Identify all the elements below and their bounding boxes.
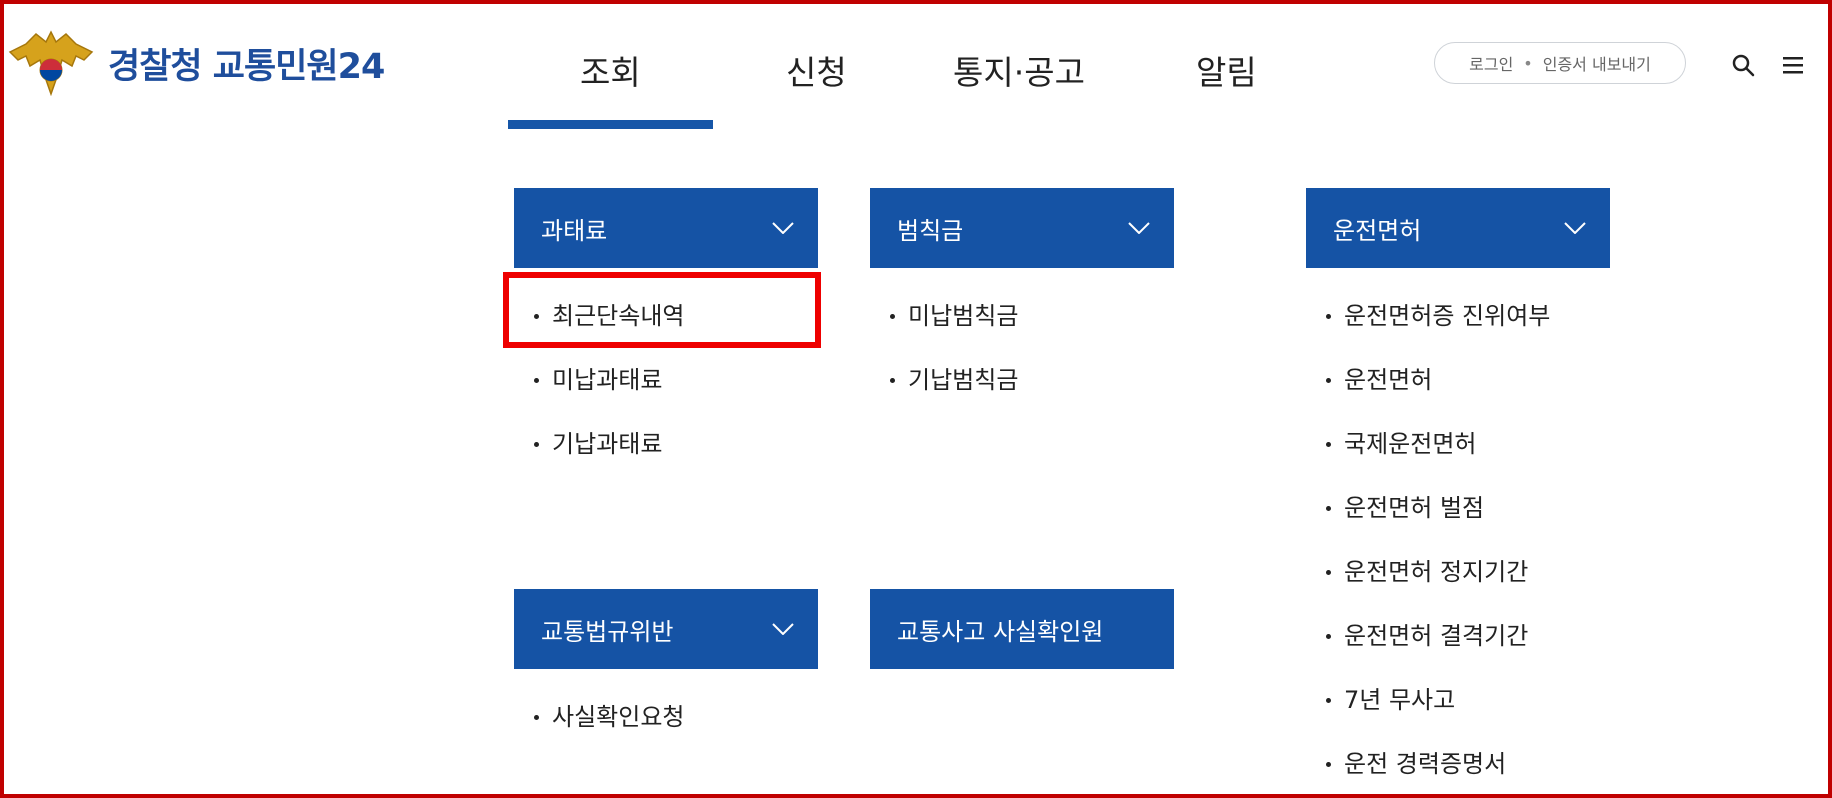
menu-category-accident-certificate: 교통사고 사실확인원 (870, 589, 1174, 669)
menu-category-penalties: 범칙금 미납범칙금 기납범칙금 (870, 188, 1174, 412)
police-emblem-icon (8, 30, 94, 96)
menu-category-license: 운전면허 운전면허증 진위여부 운전면허 국제운전면허 운전면허 벌점 운전면허… (1306, 188, 1610, 796)
category-list: 운전면허증 진위여부 운전면허 국제운전면허 운전면허 벌점 운전면허 정지기간… (1306, 284, 1610, 796)
auth-links: 로그인 • 인증서 내보내기 (1434, 42, 1686, 84)
menu-item-license-disqualification[interactable]: 운전면허 결격기간 (1306, 604, 1610, 668)
nav-item-inquiry[interactable]: 조회 (580, 46, 641, 94)
category-header-accident-certificate[interactable]: 교통사고 사실확인원 (870, 589, 1174, 669)
menu-item-unpaid-fines[interactable]: 미납과태료 (514, 348, 818, 412)
menu-item-license[interactable]: 운전면허 (1306, 348, 1610, 412)
menu-item-license-authenticity[interactable]: 운전면허증 진위여부 (1306, 284, 1610, 348)
menu-category-fines: 과태료 최근단속내역 미납과태료 기납과태료 (514, 188, 818, 476)
category-list: 사실확인요청 (514, 685, 818, 749)
category-header-license[interactable]: 운전면허 (1306, 188, 1610, 268)
category-header-traffic-violation[interactable]: 교통법규위반 (514, 589, 818, 669)
login-link[interactable]: 로그인 (1469, 51, 1513, 75)
search-icon (1732, 54, 1755, 77)
category-title: 과태료 (541, 216, 608, 245)
menu-item-paid-penalties[interactable]: 기납범칙금 (870, 348, 1174, 412)
nav-item-notice[interactable]: 통지·공고 (953, 46, 1085, 94)
hamburger-menu-icon (1783, 57, 1803, 74)
menu-item-license-suspension[interactable]: 운전면허 정지기간 (1306, 540, 1610, 604)
menu-button[interactable] (1778, 50, 1808, 80)
category-title: 운전면허 (1333, 216, 1422, 245)
category-title: 교통사고 사실확인원 (897, 617, 1104, 646)
category-header-penalties[interactable]: 범칙금 (870, 188, 1174, 268)
logo-text-main: 경찰청 (108, 46, 203, 87)
menu-item-fact-check-request[interactable]: 사실확인요청 (514, 685, 818, 749)
menu-category-traffic-violation: 교통법규위반 사실확인요청 (514, 589, 818, 749)
chevron-down-icon (1128, 222, 1150, 234)
auth-separator: • (1523, 53, 1533, 73)
logo-text-sub: 교통민원24 (212, 46, 386, 87)
cert-export-link[interactable]: 인증서 내보내기 (1543, 51, 1651, 75)
nav-item-alerts[interactable]: 알림 (1196, 46, 1257, 94)
menu-item-intl-license[interactable]: 국제운전면허 (1306, 412, 1610, 476)
category-list: 미납범칙금 기납범칙금 (870, 284, 1174, 412)
category-title: 교통법규위반 (541, 617, 674, 646)
menu-item-driving-record[interactable]: 운전 경력증명서 (1306, 732, 1610, 796)
chevron-down-icon (1564, 222, 1586, 234)
menu-item-paid-fines[interactable]: 기납과태료 (514, 412, 818, 476)
category-header-fines[interactable]: 과태료 (514, 188, 818, 268)
menu-item-seven-year-safe[interactable]: 7년 무사고 (1306, 668, 1610, 732)
site-title: 경찰청 교통민원24 (108, 38, 386, 89)
site-logo[interactable]: 경찰청 교통민원24 (6, 28, 386, 98)
menu-item-license-points[interactable]: 운전면허 벌점 (1306, 476, 1610, 540)
active-nav-indicator (508, 120, 713, 129)
category-title: 범칙금 (897, 216, 964, 245)
category-list: 최근단속내역 미납과태료 기납과태료 (514, 284, 818, 476)
chevron-down-icon (772, 623, 794, 635)
menu-item-unpaid-penalties[interactable]: 미납범칙금 (870, 284, 1174, 348)
chevron-down-icon (772, 222, 794, 234)
nav-item-apply[interactable]: 신청 (786, 46, 847, 94)
search-button[interactable] (1728, 50, 1758, 80)
menu-item-recent-violations[interactable]: 최근단속내역 (514, 284, 818, 348)
